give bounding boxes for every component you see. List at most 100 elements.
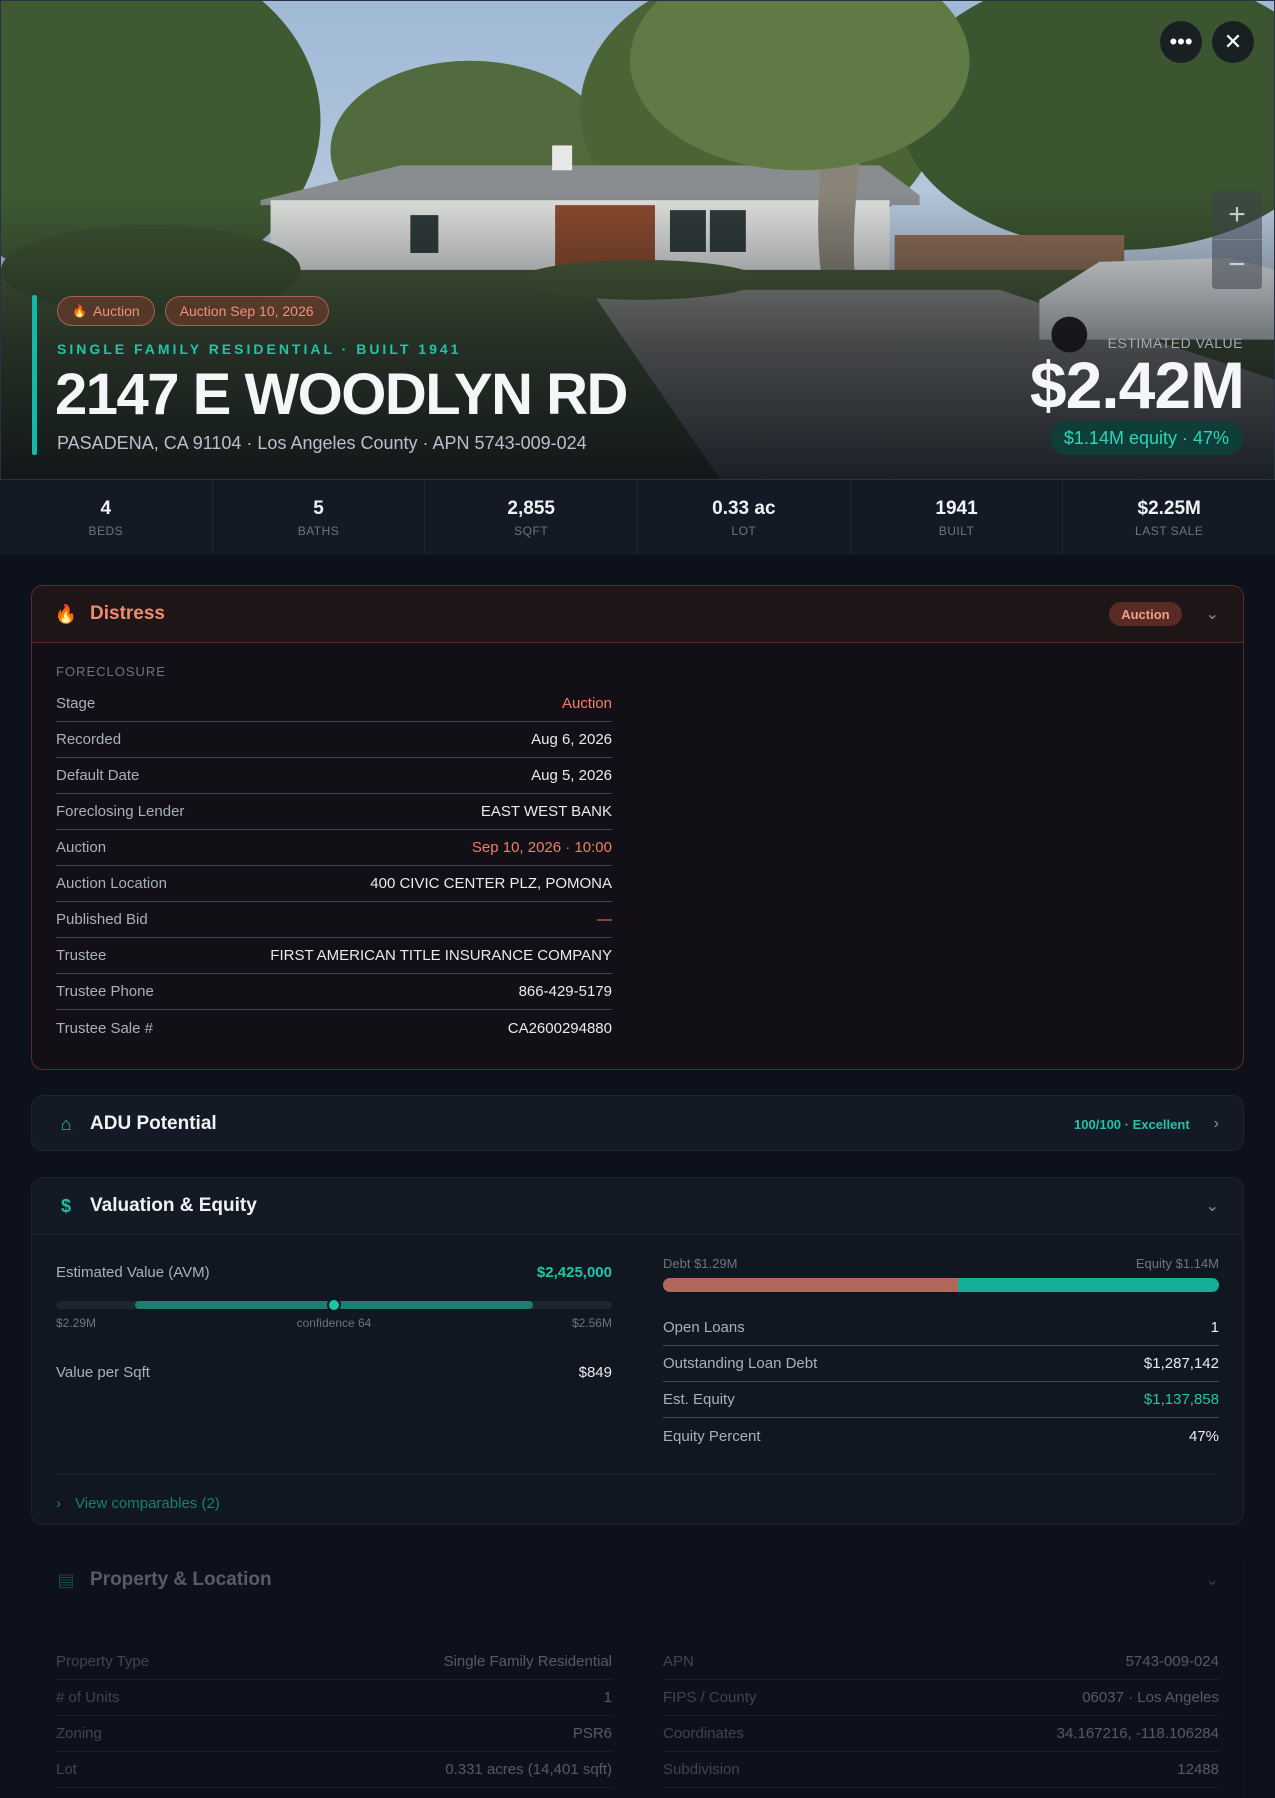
detail-key: Equity Percent (663, 1427, 761, 1445)
value-per-sqft-value: $849 (578, 1364, 612, 1381)
detail-value: 5743-009-024 (1125, 1653, 1219, 1670)
map-zoom-control: + − (1212, 191, 1262, 289)
zoom-out-button[interactable]: − (1212, 240, 1262, 289)
property-location-card: ▤ Property & Location ⌄ Property Type Sin… (31, 1551, 1244, 1798)
detail-value: Aug 6, 2026 (531, 731, 612, 748)
property-stats-bar: 4 BEDS 5 BATHS 2,855 SQFT 0.33 ac LOT 19… (0, 480, 1275, 555)
foreclosure-section-label: FORECLOSURE (56, 664, 166, 679)
detail-value: 06037 · Los Angeles (1082, 1689, 1219, 1706)
house-icon: ⌂ (60, 1113, 72, 1134)
equity-segment (957, 1278, 1219, 1292)
detail-value: Sep 10, 2026 · 10:00 (471, 839, 612, 856)
stat-last-sale: $2.25M LAST SALE (1063, 480, 1275, 555)
auction-date-chip-label: Auction Sep 10, 2026 (179, 303, 314, 319)
detail-row: Open Loans 1 (663, 1310, 1219, 1346)
debt-equity-bar (663, 1278, 1219, 1292)
detail-key: Coordinates (663, 1725, 744, 1742)
detail-row: Stage Auction (56, 686, 612, 722)
debt-equity-labels: Debt $1.29M Equity $1.14M (663, 1256, 1219, 1271)
valuation-card-header[interactable]: $ Valuation & Equity ⌄ (32, 1178, 1243, 1235)
estimated-value: $2.42M (1029, 348, 1245, 422)
detail-row: Auction Sep 10, 2026 · 10:00 (56, 830, 612, 866)
stat-beds: 4 BEDS (0, 480, 213, 555)
detail-key: Property Type (56, 1653, 150, 1670)
detail-key: Lot (56, 1761, 77, 1778)
detail-value: PSR6 (572, 1725, 612, 1742)
detail-value: 400 CIVIC CENTER PLZ, POMONA (370, 875, 612, 892)
auction-chip-label: Auction (92, 303, 140, 319)
adu-potential-card[interactable]: ⌂ ADU Potential 100/100 · Excellent › (31, 1095, 1244, 1151)
avm-row: Estimated Value (AVM) $2,425,000 (56, 1264, 612, 1281)
chevron-right-icon[interactable]: › (1214, 1115, 1219, 1133)
detail-value: Aug 5, 2026 (531, 767, 612, 784)
detail-key: Auction Location (56, 875, 167, 892)
property-details-left: Property Type Single Family Residential #… (56, 1644, 612, 1788)
detail-key: Auction (56, 839, 107, 856)
close-button[interactable]: ✕ (1212, 21, 1254, 63)
stat-value: 4 (100, 497, 112, 519)
detail-row: Trustee Sale # CA2600294880 (56, 1010, 612, 1046)
detail-row: Est. Equity $1,137,858 (663, 1382, 1219, 1418)
value-per-sqft-label: Value per Sqft (56, 1364, 150, 1381)
chevron-down-icon[interactable]: ⌄ (1206, 1570, 1219, 1590)
detail-key: Open Loans (663, 1319, 745, 1336)
detail-value: 1 (1210, 1319, 1219, 1336)
distress-card-header[interactable]: 🔥 Distress Auction ⌄ (32, 586, 1243, 643)
view-comparables-link[interactable]: › View comparables (2) (56, 1474, 1219, 1512)
auction-chip[interactable]: 🔥 Auction (57, 296, 155, 326)
flame-icon: 🔥 (54, 603, 78, 624)
avm-range-track (56, 1298, 612, 1312)
detail-value: 0.331 acres (14,401 sqft) (445, 1761, 612, 1778)
view-comparables-label: View comparables (2) (75, 1495, 220, 1512)
chevron-down-icon[interactable]: ⌄ (1206, 604, 1219, 624)
auction-date-chip[interactable]: Auction Sep 10, 2026 (164, 296, 329, 326)
detail-key: Trustee (56, 947, 107, 964)
hero-accent-bar (32, 295, 37, 455)
avm-range-marker (327, 1298, 341, 1312)
detail-value: 866-429-5179 (518, 983, 612, 1000)
detail-key: Default Date (56, 767, 140, 784)
detail-row: Trustee Phone 866-429-5179 (56, 974, 612, 1010)
detail-value: FIRST AMERICAN TITLE INSURANCE COMPANY (270, 947, 612, 964)
detail-key: Zoning (56, 1725, 102, 1742)
detail-key: Outstanding Loan Debt (663, 1355, 818, 1372)
detail-value: CA2600294880 (507, 1019, 612, 1037)
property-card-header[interactable]: ▤ Property & Location ⌄ (32, 1552, 1243, 1608)
detail-value: $1,137,858 (1143, 1391, 1219, 1408)
detail-value: $1,287,142 (1143, 1355, 1219, 1372)
auction-badge: Auction (1109, 602, 1182, 626)
detail-value: 1 (603, 1689, 612, 1706)
detail-value: — (597, 911, 612, 928)
detail-value: 12488 (1177, 1761, 1219, 1778)
loan-details: Open Loans 1 Outstanding Loan Debt $1,287,… (663, 1310, 1219, 1454)
detail-key: Subdivision (663, 1761, 740, 1778)
detail-key: Trustee Phone (56, 983, 154, 1000)
detail-row: FIPS / County 06037 · Los Angeles (663, 1680, 1219, 1716)
detail-key: Stage (56, 695, 96, 712)
stat-value: 1941 (935, 497, 978, 519)
property-kicker: SINGLE FAMILY RESIDENTIAL · BUILT 1941 (57, 341, 462, 357)
debt-label: Debt $1.29M (663, 1256, 738, 1271)
detail-row: Zoning PSR6 (56, 1716, 612, 1752)
stat-label: BEDS (88, 523, 124, 538)
avm-value: $2,425,000 (536, 1264, 612, 1281)
property-address-title: 2147 E WOODLYN RD (55, 362, 628, 427)
stat-label: LOT (731, 523, 757, 538)
valuation-equity-card: $ Valuation & Equity ⌄ Estimated Value (… (31, 1177, 1244, 1525)
detail-row: Recorded Aug 6, 2026 (56, 722, 612, 758)
detail-row: APN 5743-009-024 (663, 1644, 1219, 1680)
distress-card: 🔥 Distress Auction ⌄ FORECLOSURE Stage Au… (31, 585, 1244, 1070)
detail-value: 47% (1188, 1427, 1219, 1445)
stat-built: 1941 BUILT (851, 480, 1064, 555)
detail-row: Property Type Single Family Residential (56, 1644, 612, 1680)
adu-card-header[interactable]: ⌂ ADU Potential 100/100 · Excellent › (32, 1096, 1243, 1150)
stat-value: 2,855 (507, 497, 555, 519)
detail-row: Outstanding Loan Debt $1,287,142 (663, 1346, 1219, 1382)
detail-row: Published Bid — (56, 902, 612, 938)
zoom-in-button[interactable]: + (1212, 191, 1262, 240)
stat-value: 0.33 ac (712, 497, 776, 519)
more-options-button[interactable]: ••• (1160, 21, 1202, 63)
property-title: Property & Location (90, 1569, 272, 1590)
chevron-down-icon[interactable]: ⌄ (1206, 1196, 1219, 1216)
detail-key: Foreclosing Lender (56, 803, 185, 820)
